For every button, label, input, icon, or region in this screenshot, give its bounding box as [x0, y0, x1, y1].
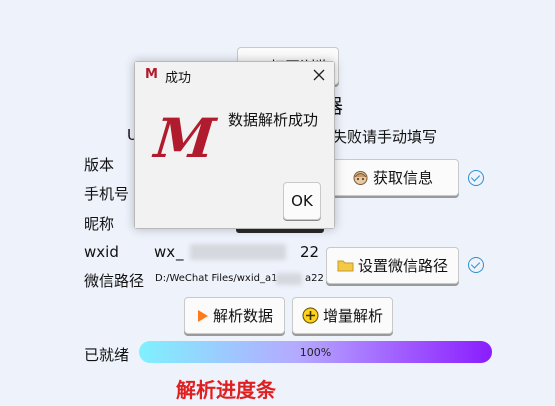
- parse-data-button[interactable]: 解析数据: [184, 297, 285, 334]
- get-info-button[interactable]: 获取信息: [326, 159, 459, 196]
- path-redacted: [276, 273, 302, 285]
- get-info-label: 获取信息: [372, 169, 433, 187]
- wechat-path-label: 微信路径: [84, 272, 145, 290]
- nickname-label: 昵称: [84, 215, 115, 233]
- wxid-value-prefix: wx: [154, 243, 176, 261]
- app-logo-icon: M: [145, 67, 158, 82]
- incremental-parse-button[interactable]: 增量解析: [292, 297, 393, 334]
- progress-bar: 100%: [139, 341, 492, 363]
- dialog-title: 成功: [165, 71, 192, 86]
- dialog-body: M 数据解析成功 OK: [135, 90, 334, 228]
- wxid-label: wxid: [84, 243, 119, 261]
- ok-label: OK: [291, 192, 313, 210]
- helmet-icon: [353, 171, 368, 185]
- wechat-path-value-suffix: a22: [305, 273, 324, 284]
- folder-icon: [337, 260, 354, 272]
- dialog-logo-icon: M: [151, 106, 219, 170]
- parse-data-label: 解析数据: [212, 307, 273, 325]
- wxid-value-suffix: 22: [300, 243, 320, 261]
- dialog-titlebar: M 成功: [135, 62, 334, 90]
- success-dialog: M 成功 M 数据解析成功 OK: [134, 61, 335, 229]
- progress-text: 100%: [299, 345, 332, 359]
- set-path-check-icon: [468, 257, 484, 273]
- incremental-parse-label: 增量解析: [322, 307, 383, 325]
- wxid-value-mid: _: [176, 243, 184, 261]
- phone-label: 手机号: [84, 185, 130, 203]
- dialog-message: 数据解析成功: [228, 111, 319, 129]
- status-label: 已就绪: [84, 346, 130, 364]
- play-icon: [197, 309, 208, 322]
- version-label: 版本: [84, 156, 115, 174]
- wxid-redacted: [190, 244, 286, 260]
- hint-text: 失败请手动填写: [332, 128, 438, 146]
- set-wechat-path-label: 设置微信路径: [357, 257, 448, 275]
- get-info-check-icon: [468, 170, 484, 186]
- progress-caption: 解析进度条: [176, 378, 276, 402]
- close-icon[interactable]: [311, 67, 327, 83]
- ok-button[interactable]: OK: [283, 182, 321, 220]
- plus-circle-icon: [302, 307, 319, 324]
- wechat-path-value: D:/WeChat Files/wxid_a1: [155, 273, 278, 284]
- set-wechat-path-button[interactable]: 设置微信路径: [326, 247, 459, 284]
